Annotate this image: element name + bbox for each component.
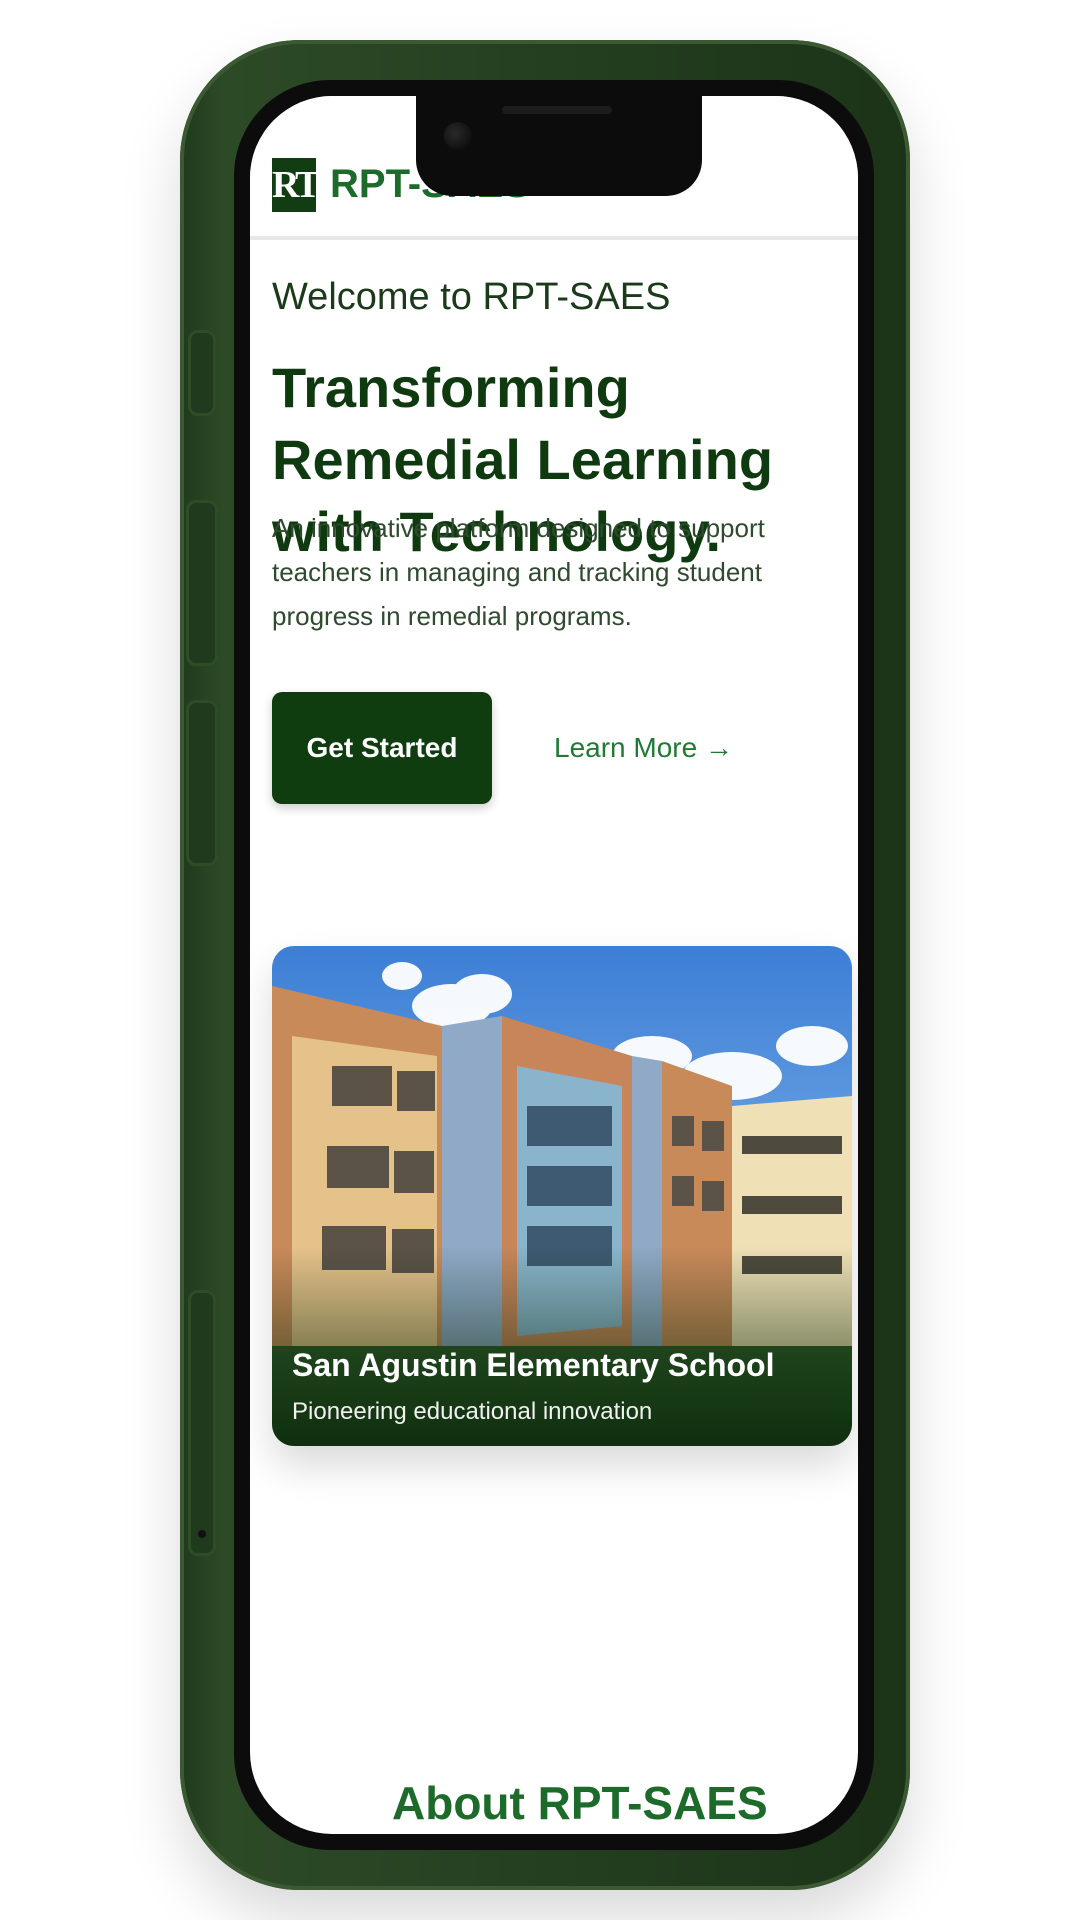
speaker-grille [502,106,612,114]
notch [416,96,702,196]
camera-icon [444,122,472,150]
logo-icon[interactable]: RT [272,158,320,212]
welcome-text: Welcome to RPT-SAES [272,276,671,318]
phone-bezel: RT RPT-SAES Welcome to RPT-SAES Transfor… [234,80,874,1850]
sim-tray [188,1290,216,1556]
phone-screen: RT RPT-SAES Welcome to RPT-SAES Transfor… [250,96,858,1834]
hero-description: An innovative platform designed to suppo… [272,513,765,631]
mute-switch [188,330,216,416]
school-name: San Agustin Elementary School [292,1347,775,1383]
school-image-card: San Agustin Elementary School Pioneering… [272,946,852,1446]
volume-down-button [186,700,218,866]
volume-up-button [186,500,218,666]
learn-more-link[interactable]: Learn More → [554,732,733,764]
about-heading-partial: About RPT-SAES [392,1777,768,1829]
get-started-button[interactable]: Get Started [272,692,492,804]
sim-eject-hole [198,1530,206,1538]
phone-frame: RT RPT-SAES Welcome to RPT-SAES Transfor… [180,40,910,1890]
school-tagline: Pioneering educational innovation [292,1398,653,1425]
